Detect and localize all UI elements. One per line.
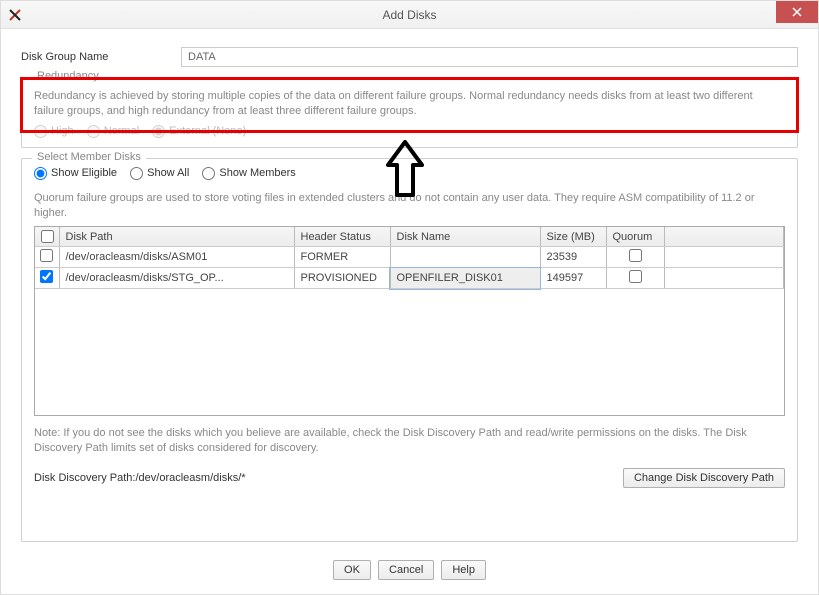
disk-discovery-label: Disk Discovery Path:/dev/oracleasm/disks… xyxy=(34,472,246,484)
table-row[interactable]: /dev/oracleasm/disks/STG_OP...PROVISIONE… xyxy=(35,268,784,289)
disk-filter-row: Show Eligible Show All Show Members xyxy=(34,167,785,183)
disk-group-name-input[interactable] xyxy=(181,47,798,67)
ok-button[interactable]: OK xyxy=(333,560,371,580)
cell-blank xyxy=(664,247,784,268)
content-area: Disk Group Name Redundancy Redundancy is… xyxy=(1,29,818,594)
discovery-note: Note: If you do not see the disks which … xyxy=(34,426,785,456)
cell-disk-path: /dev/oracleasm/disks/STG_OP... xyxy=(59,268,294,289)
help-button[interactable]: Help xyxy=(441,560,486,580)
change-disk-discovery-path-button[interactable]: Change Disk Discovery Path xyxy=(623,468,785,488)
disk-group-name-label: Disk Group Name xyxy=(21,51,181,63)
header-disk-path[interactable]: Disk Path xyxy=(59,227,294,247)
quorum-checkbox[interactable] xyxy=(629,270,642,283)
cell-disk-name[interactable] xyxy=(390,247,540,268)
redundancy-radio-row: High Normal External (None) xyxy=(34,125,785,141)
cell-size-mb: 23539 xyxy=(540,247,606,268)
show-all-radio[interactable]: Show All xyxy=(130,167,189,180)
disk-table: Disk Path Header Status Disk Name Size (… xyxy=(34,226,785,416)
close-icon xyxy=(792,7,802,17)
header-header-status[interactable]: Header Status xyxy=(294,227,390,247)
titlebar: Add Disks xyxy=(1,1,818,29)
window-title: Add Disks xyxy=(1,8,818,22)
header-disk-name[interactable]: Disk Name xyxy=(390,227,540,247)
cancel-button[interactable]: Cancel xyxy=(378,560,434,580)
disk-discovery-row: Disk Discovery Path:/dev/oracleasm/disks… xyxy=(34,468,785,488)
redundancy-legend: Redundancy xyxy=(32,70,104,82)
bottom-button-row: OK Cancel Help xyxy=(21,552,798,582)
cell-header-status: PROVISIONED xyxy=(294,268,390,289)
close-button[interactable] xyxy=(776,1,818,23)
cell-disk-path: /dev/oracleasm/disks/ASM01 xyxy=(59,247,294,268)
cell-size-mb: 149597 xyxy=(540,268,606,289)
quorum-checkbox[interactable] xyxy=(629,249,642,262)
header-quorum[interactable]: Quorum xyxy=(606,227,664,247)
table-row[interactable]: /dev/oracleasm/disks/ASM01FORMER 23539 xyxy=(35,247,784,268)
cell-blank xyxy=(664,268,784,289)
header-select-all[interactable] xyxy=(35,227,59,247)
member-disks-fieldset: Select Member Disks Show Eligible Show A… xyxy=(21,158,798,542)
redundancy-fieldset: Redundancy Redundancy is achieved by sto… xyxy=(21,77,798,148)
redundancy-normal-radio[interactable]: Normal xyxy=(87,125,139,138)
cell-disk-name[interactable]: OPENFILER_DISK01 xyxy=(390,268,540,289)
row-checkbox[interactable] xyxy=(40,270,53,283)
redundancy-description: Redundancy is achieved by storing multip… xyxy=(34,89,785,119)
redundancy-high-radio[interactable]: High xyxy=(34,125,74,138)
header-size-mb[interactable]: Size (MB) xyxy=(540,227,606,247)
show-eligible-radio[interactable]: Show Eligible xyxy=(34,167,117,180)
member-disks-legend: Select Member Disks xyxy=(32,151,146,163)
disk-group-name-row: Disk Group Name xyxy=(21,47,798,67)
header-blank xyxy=(664,227,784,247)
redundancy-external-radio[interactable]: External (None) xyxy=(152,125,246,138)
add-disks-window: Add Disks Disk Group Name Redundancy Red… xyxy=(0,0,819,595)
show-members-radio[interactable]: Show Members xyxy=(202,167,295,180)
table-header-row: Disk Path Header Status Disk Name Size (… xyxy=(35,227,784,247)
cell-header-status: FORMER xyxy=(294,247,390,268)
row-checkbox[interactable] xyxy=(40,249,53,262)
quorum-description: Quorum failure groups are used to store … xyxy=(34,191,785,221)
